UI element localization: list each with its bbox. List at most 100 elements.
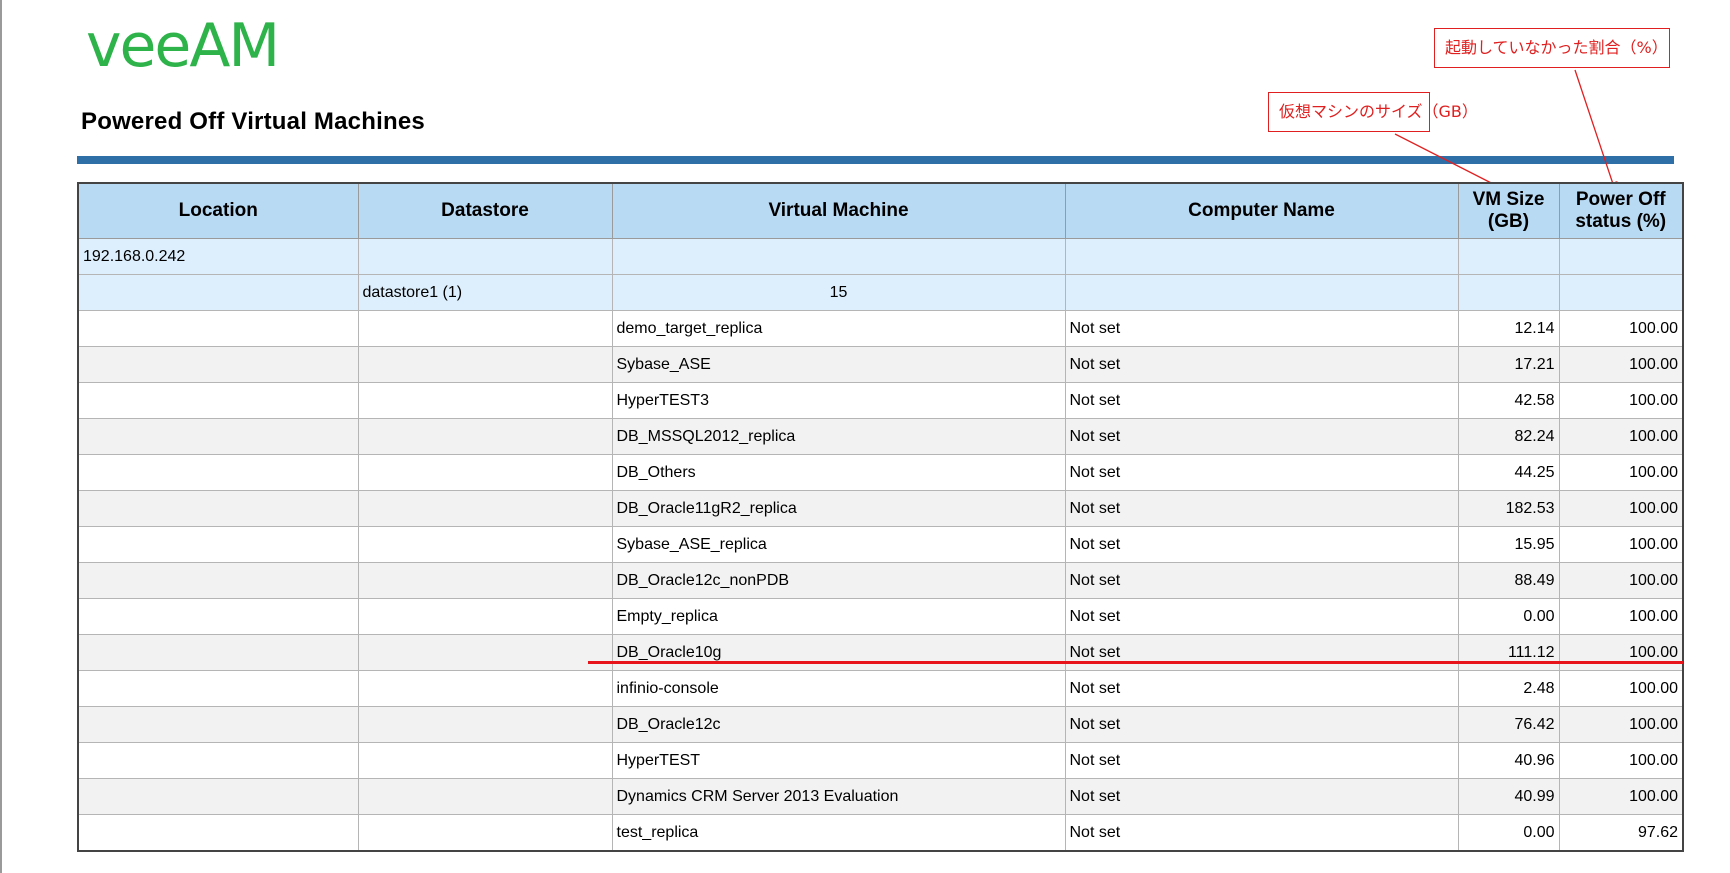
page-left-border <box>0 0 2 873</box>
location-cell <box>77 814 359 852</box>
datastore-cell <box>357 814 613 852</box>
power-off-status-cell: 100.00 <box>1558 598 1684 635</box>
vm-name-cell: DB_Oracle11gR2_replica <box>611 490 1066 527</box>
column-header-computer-name: Computer Name <box>1064 182 1459 239</box>
location-cell <box>77 670 359 707</box>
power-off-status-cell: 100.00 <box>1558 634 1684 671</box>
table-header-row: Location Datastore Virtual Machine Compu… <box>77 182 1684 239</box>
vm-size-cell: 40.96 <box>1457 742 1560 779</box>
datastore-cell <box>357 742 613 779</box>
table-row: Sybase_ASE_replica Not set 15.95 100.00 <box>77 526 1684 563</box>
power-off-status-cell: 100.00 <box>1558 454 1684 491</box>
table-row: infinio-console Not set 2.48 100.00 <box>77 670 1684 707</box>
power-off-status-cell: 100.00 <box>1558 418 1684 455</box>
computer-name-cell: Not set <box>1064 490 1459 527</box>
location-cell <box>77 418 359 455</box>
table-row: DB_Others Not set 44.25 100.00 <box>77 454 1684 491</box>
power-off-status-cell: 100.00 <box>1558 346 1684 383</box>
vm-name-cell: Sybase_ASE_replica <box>611 526 1066 563</box>
location-cell <box>77 706 359 743</box>
vm-name-cell: DB_Oracle12c <box>611 706 1066 743</box>
datastore-cell <box>357 382 613 419</box>
vm-size-cell: 0.00 <box>1457 598 1560 635</box>
powered-off-vm-table: Location Datastore Virtual Machine Compu… <box>77 182 1684 852</box>
vm-size-cell: 111.12 <box>1457 634 1560 671</box>
vm-size-cell: 76.42 <box>1457 706 1560 743</box>
location-cell <box>77 634 359 671</box>
highlight-underline <box>588 661 1683 664</box>
datastore-cell <box>357 634 613 671</box>
vm-size-cell: 82.24 <box>1457 418 1560 455</box>
vm-name-cell: HyperTEST3 <box>611 382 1066 419</box>
power-off-status-cell: 100.00 <box>1558 382 1684 419</box>
power-off-status-cell: 100.00 <box>1558 490 1684 527</box>
column-header-power-off-status: Power Off status (%) <box>1558 182 1684 239</box>
location-cell <box>77 346 359 383</box>
location-cell <box>77 598 359 635</box>
datastore-cell <box>357 310 613 347</box>
vm-size-cell: 40.99 <box>1457 778 1560 815</box>
computer-name-cell: Not set <box>1064 562 1459 599</box>
vm-name-cell: Empty_replica <box>611 598 1066 635</box>
vm-name-cell: DB_Others <box>611 454 1066 491</box>
vm-name-cell: demo_target_replica <box>611 310 1066 347</box>
power-off-callout: 起動していなかった割合（%） <box>1434 28 1670 68</box>
datastore-cell <box>357 562 613 599</box>
vm-name-cell: Sybase_ASE <box>611 346 1066 383</box>
table-row: DB_MSSQL2012_replica Not set 82.24 100.00 <box>77 418 1684 455</box>
power-off-leader-line <box>1574 69 1618 193</box>
datastore-cell <box>357 598 613 635</box>
location-cell <box>77 382 359 419</box>
location-cell <box>77 526 359 563</box>
computer-name-cell: Not set <box>1064 346 1459 383</box>
datastore-vm-count-cell: 15 <box>611 274 1066 311</box>
column-header-virtual-machine: Virtual Machine <box>611 182 1066 239</box>
table-row: Empty_replica Not set 0.00 100.00 <box>77 598 1684 635</box>
datastore-cell <box>357 526 613 563</box>
host-group-row: 192.168.0.242 <box>77 238 1684 275</box>
datastore-cell <box>357 454 613 491</box>
table-row: test_replica Not set 0.00 97.62 <box>77 814 1684 852</box>
computer-name-cell: Not set <box>1064 310 1459 347</box>
table-row: DB_Oracle12c_nonPDB Not set 88.49 100.00 <box>77 562 1684 599</box>
vm-size-callout: 仮想マシンのサイズ（GB） <box>1268 92 1478 132</box>
power-off-status-cell: 100.00 <box>1558 670 1684 707</box>
vm-name-cell: test_replica <box>611 814 1066 852</box>
location-cell <box>77 454 359 491</box>
vm-name-cell: Dynamics CRM Server 2013 Evaluation <box>611 778 1066 815</box>
table-row: DB_Oracle12c Not set 76.42 100.00 <box>77 706 1684 743</box>
computer-name-cell: Not set <box>1064 418 1459 455</box>
datastore-cell <box>357 418 613 455</box>
page-title: Powered Off Virtual Machines <box>81 108 425 135</box>
location-cell <box>77 490 359 527</box>
power-off-status-cell: 100.00 <box>1558 742 1684 779</box>
title-divider <box>77 156 1674 164</box>
computer-name-cell: Not set <box>1064 634 1459 671</box>
power-off-status-cell: 100.00 <box>1558 310 1684 347</box>
power-off-status-cell: 100.00 <box>1558 562 1684 599</box>
datastore-cell <box>357 778 613 815</box>
vm-size-cell: 0.00 <box>1457 814 1560 852</box>
vm-name-cell: infinio-console <box>611 670 1066 707</box>
computer-name-cell: Not set <box>1064 742 1459 779</box>
datastore-cell <box>357 490 613 527</box>
column-header-datastore: Datastore <box>357 182 613 239</box>
column-header-vm-size: VM Size (GB) <box>1457 182 1560 239</box>
vm-name-cell: DB_Oracle10g <box>611 634 1066 671</box>
vm-size-cell: 2.48 <box>1457 670 1560 707</box>
location-cell <box>77 742 359 779</box>
power-off-status-cell: 100.00 <box>1558 706 1684 743</box>
datastore-name-cell: datastore1 (1) <box>357 274 613 311</box>
vm-size-cell: 182.53 <box>1457 490 1560 527</box>
vm-size-cell: 44.25 <box>1457 454 1560 491</box>
vm-name-cell: DB_MSSQL2012_replica <box>611 418 1066 455</box>
location-cell <box>77 778 359 815</box>
vm-name-cell: DB_Oracle12c_nonPDB <box>611 562 1066 599</box>
computer-name-cell: Not set <box>1064 382 1459 419</box>
column-header-location: Location <box>77 182 359 239</box>
computer-name-cell: Not set <box>1064 670 1459 707</box>
datastore-group-row: datastore1 (1) 15 <box>77 274 1684 311</box>
host-location-cell: 192.168.0.242 <box>77 238 359 275</box>
table-row: Dynamics CRM Server 2013 Evaluation Not s… <box>77 778 1684 815</box>
computer-name-cell: Not set <box>1064 598 1459 635</box>
